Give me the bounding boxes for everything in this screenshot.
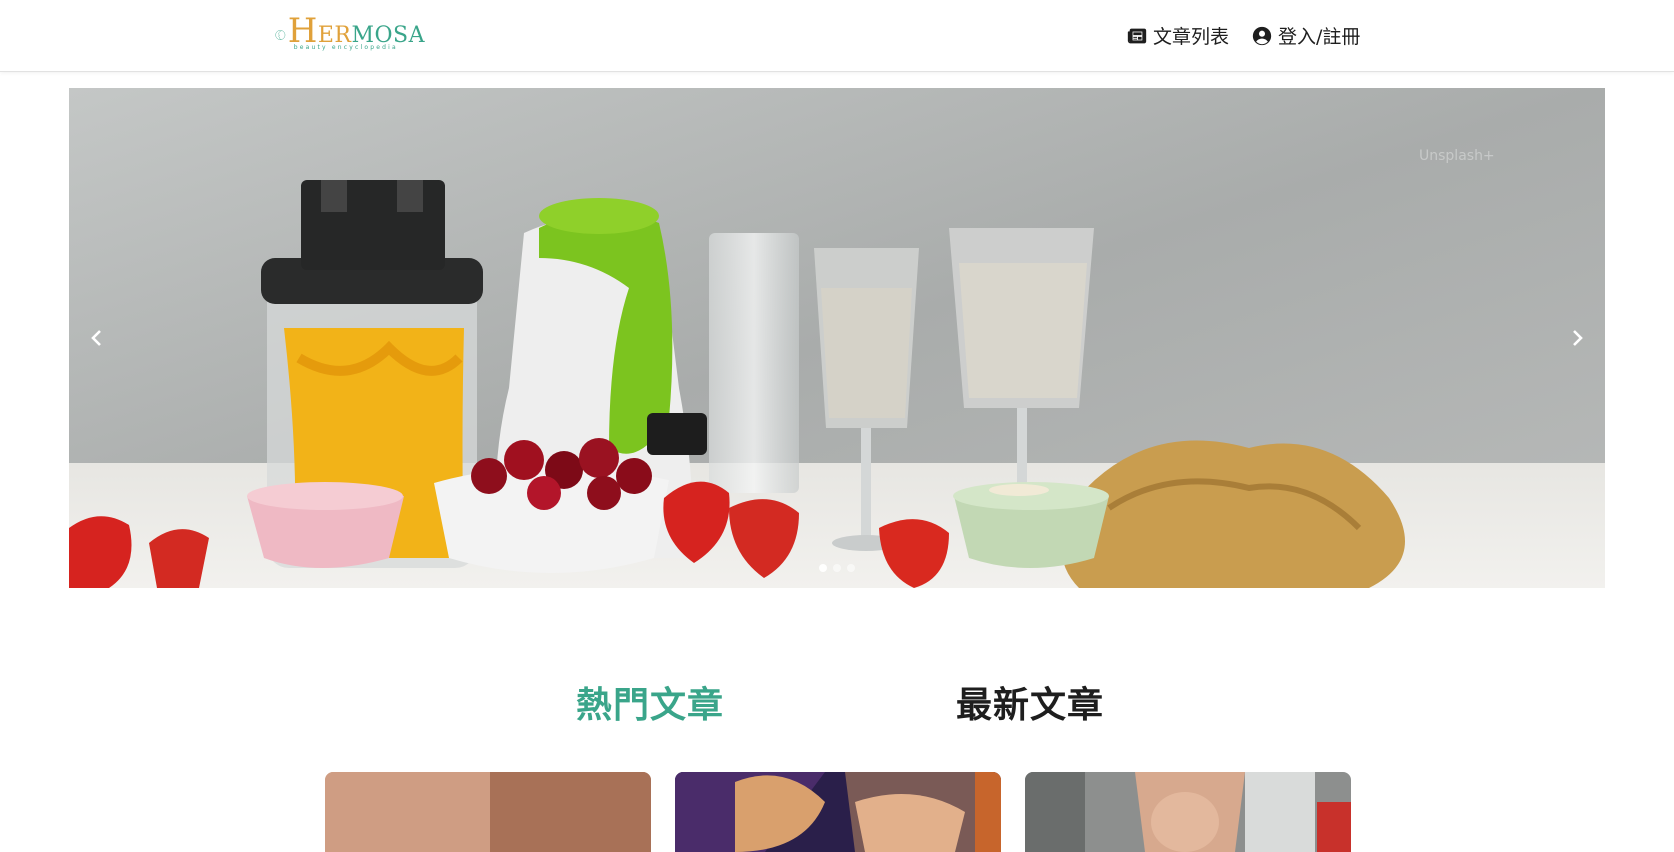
- carousel-indicator-dot[interactable]: [847, 564, 855, 572]
- top-navbar: HERMOSA beauty encyclopedia 文章列表 登入/註冊: [0, 0, 1674, 72]
- nav-login-register[interactable]: 登入/註冊: [1251, 22, 1360, 49]
- carousel-watermark: Unsplash+: [1419, 148, 1495, 164]
- carousel-indicator-dot[interactable]: [819, 564, 827, 572]
- nav-article-list-label: 文章列表: [1153, 26, 1230, 48]
- tab-latest-articles[interactable]: 最新文章: [956, 676, 1104, 728]
- hermosa-logo[interactable]: HERMOSA beauty encyclopedia: [275, 14, 425, 56]
- carousel-prev-button[interactable]: [73, 314, 121, 362]
- nav-login-register-label: 登入/註冊: [1278, 26, 1361, 48]
- tab-popular-articles[interactable]: 熱門文章: [576, 676, 724, 728]
- user-circle-icon: [1252, 26, 1272, 45]
- women-portrait-image: [675, 772, 1001, 852]
- carousel-next-button[interactable]: [1553, 314, 1601, 362]
- article-card-list: [325, 772, 1351, 852]
- face-profile-logo-icon: [275, 30, 286, 40]
- carousel-indicators: [69, 564, 1605, 572]
- newspaper-icon: [1127, 28, 1147, 43]
- chevron-right-icon: [1573, 330, 1583, 346]
- article-tabs: 熱門文章 最新文章: [0, 676, 1674, 726]
- nav-links: 文章列表 登入/註冊: [1126, 22, 1360, 49]
- logo-tagline: beauty encyclopedia: [293, 44, 398, 51]
- nav-article-list[interactable]: 文章列表: [1126, 22, 1229, 49]
- article-card[interactable]: [675, 772, 1001, 852]
- carousel-slide-image: Unsplash+: [69, 88, 1605, 588]
- woman-skin-care-image: [1025, 772, 1351, 852]
- carousel-indicator-dot[interactable]: [833, 564, 841, 572]
- skin-texture-image: [325, 772, 651, 852]
- article-card[interactable]: [1025, 772, 1351, 852]
- hero-carousel: Unsplash+: [69, 88, 1605, 588]
- chevron-left-icon: [91, 330, 101, 346]
- logo-wordmark: HERMOSA beauty encyclopedia: [288, 14, 425, 56]
- article-card[interactable]: [325, 772, 651, 852]
